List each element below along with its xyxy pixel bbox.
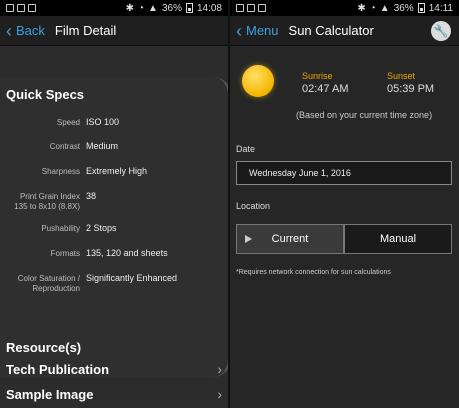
sample-image-label: Sample Image — [6, 386, 94, 402]
tech-publication-label: Tech Publication — [6, 361, 110, 377]
page-title: Film Detail — [54, 23, 117, 38]
gallery-icon — [17, 4, 25, 12]
spec-label: Print Grain Index 135 to 8x10 (8.8X) — [14, 192, 80, 211]
spec-value: 38 — [86, 191, 97, 201]
sun-calculator-screen: ✱ ◔ ▲ 36% 14:11 ‹ Menu Sun Calculator 🔧 … — [230, 0, 459, 408]
spec-label: Formats — [50, 249, 80, 258]
sunrise-label: Sunrise — [302, 71, 333, 81]
spec-label: Sharpness — [41, 167, 80, 176]
date-value: Wednesday June 1, 2016 — [249, 168, 351, 178]
resources-heading: Resource(s) — [0, 336, 228, 358]
back-button[interactable]: ‹ Back — [6, 22, 45, 40]
spec-label: Speed — [56, 118, 80, 127]
back-label: Back — [16, 23, 45, 38]
location-manual-label: Manual — [379, 233, 417, 245]
quick-specs-title: Quick Specs — [6, 87, 85, 102]
sunset-time: 05:39 PM — [387, 83, 435, 95]
sunset-label: Sunset — [387, 71, 416, 81]
spec-label: Contrast — [49, 142, 80, 151]
bluetooth-icon: ✱ — [125, 2, 134, 14]
sample-image-link[interactable]: Sample Image › — [0, 383, 228, 405]
spec-value: Significantly Enhanced — [86, 273, 178, 283]
battery-icon — [417, 3, 425, 13]
settings-wrench-button[interactable]: 🔧 — [431, 21, 451, 41]
chevron-left-icon: ‹ — [6, 20, 12, 41]
film-detail-content: Quick Specs Speed ISO 100 Contrast Mediu… — [0, 47, 228, 408]
spec-value: ISO 100 — [86, 117, 120, 127]
location-manual-button[interactable]: Manual — [344, 224, 452, 254]
nav-bar: ‹ Menu Sun Calculator 🔧 — [230, 16, 459, 46]
clock: 14:11 — [428, 2, 453, 14]
spec-value: Extremely High — [86, 166, 148, 176]
timezone-note: (Based on your current time zone) — [296, 110, 433, 120]
sunrise-time: 02:47 AM — [302, 83, 349, 95]
resources-label: Resource(s) — [6, 339, 82, 355]
spec-label: Pushability — [41, 224, 80, 233]
gallery-icon — [247, 4, 255, 12]
location-label: Location — [236, 201, 271, 211]
status-bar: ✱ ◔ ▲ 36% 14:11 — [230, 0, 459, 16]
battery-percent: 36% — [393, 2, 414, 14]
bluetooth-icon: ✱ — [357, 2, 366, 14]
menu-label: Menu — [246, 23, 279, 38]
page-title: Sun Calculator — [288, 23, 374, 38]
nav-bar: ‹ Back Film Detail — [0, 16, 228, 46]
chevron-right-icon: › — [217, 361, 222, 377]
notification-icon — [236, 4, 244, 12]
network-requirement-note: *Requires network connection for sun cal… — [236, 269, 391, 276]
spec-label: Color Saturation / Reproduction — [17, 274, 80, 293]
location-current-label: Current — [271, 233, 309, 245]
download-icon — [258, 4, 266, 12]
clock: 14:08 — [196, 2, 222, 14]
sun-calculator-content: Sunrise 02:47 AM Sunset 05:39 PM (Based … — [230, 47, 459, 408]
battery-percent: 36% — [161, 2, 182, 14]
spec-value: 2 Stops — [86, 223, 117, 233]
spec-value: Medium — [86, 141, 119, 151]
tech-publication-link[interactable]: Tech Publication › — [0, 358, 228, 380]
chevron-right-icon: › — [217, 386, 222, 402]
selected-indicator-icon — [245, 235, 252, 243]
notification-icon — [6, 4, 14, 12]
wifi-icon: ◔ — [369, 2, 376, 14]
location-current-button[interactable]: Current — [236, 224, 344, 254]
wifi-icon: ◔ — [138, 2, 145, 14]
sun-icon — [242, 65, 274, 97]
date-label: Date — [236, 144, 256, 154]
film-detail-screen: ✱ ◔ ▲ 36% 14:08 ‹ Back Film Detail Quick… — [0, 0, 228, 408]
signal-icon: ▲ — [148, 2, 158, 14]
download-icon — [28, 4, 36, 12]
chevron-left-icon: ‹ — [236, 20, 242, 41]
signal-icon: ▲ — [379, 2, 390, 14]
menu-button[interactable]: ‹ Menu — [236, 22, 279, 40]
status-bar: ✱ ◔ ▲ 36% 14:08 — [0, 0, 228, 16]
spec-value: 135, 120 and sheets — [86, 248, 168, 258]
wrench-icon: 🔧 — [433, 24, 449, 38]
date-field[interactable]: Wednesday June 1, 2016 — [236, 161, 452, 185]
battery-icon — [185, 3, 193, 13]
